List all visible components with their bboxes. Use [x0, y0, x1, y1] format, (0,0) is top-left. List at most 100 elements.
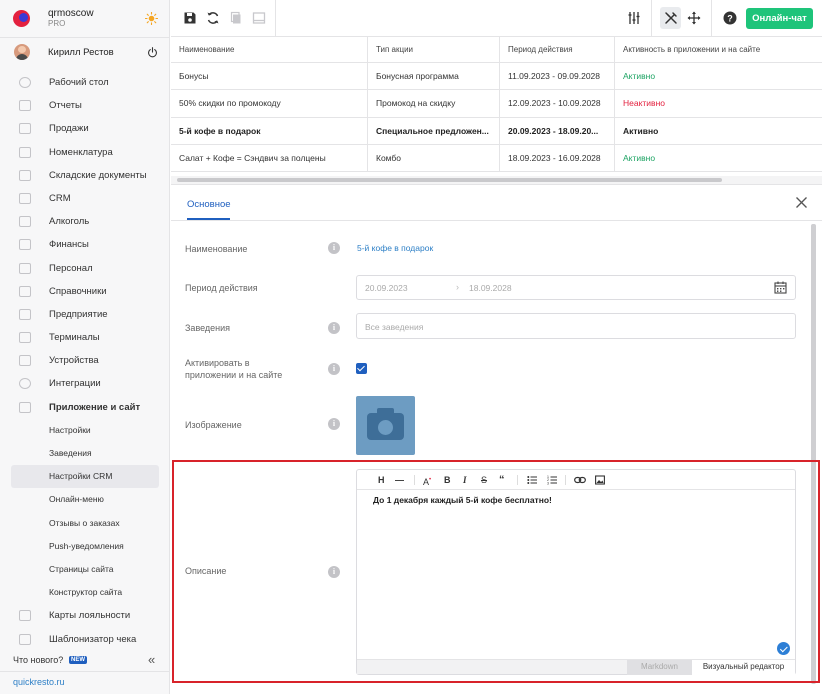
sidebar-item-enterprise[interactable]: Предприятие [0, 303, 170, 326]
numbered-list-icon[interactable]: 123 [547, 475, 557, 485]
brand-name[interactable]: qrmoscow [48, 8, 94, 19]
sidebar-item-directories[interactable]: Справочники [0, 280, 170, 303]
info-icon[interactable]: i [328, 322, 340, 334]
venues-placeholder: Все заведения [365, 322, 424, 332]
sidebar-item-dashboard[interactable]: Рабочий стол [0, 71, 170, 94]
brand-logo-icon[interactable] [13, 10, 30, 27]
cell-period: 18.09.2023 - 16.09.2028 [500, 144, 615, 172]
collapse-sidebar-icon[interactable]: « [148, 652, 155, 667]
strikethrough-button[interactable]: S [481, 474, 487, 486]
sidebar-item-receipt-template[interactable]: Шаблонизатор чека [0, 628, 170, 651]
site-link[interactable]: quickresto.ru [13, 677, 65, 687]
description-text[interactable]: До 1 декабря каждый 5-й кофе бесплатно! [373, 495, 552, 505]
sidebar-item-label: Интеграции [49, 378, 101, 390]
sidebar-subitem-site-pages[interactable]: Страницы сайта [0, 558, 170, 581]
column-header-activity[interactable]: Активность в приложении и на сайте [615, 37, 822, 63]
bullet-list-icon[interactable] [527, 475, 537, 485]
sidebar-subitem-crm-settings[interactable]: Настройки CRM [11, 465, 159, 489]
promotions-table: Наименование Тип акции Период действия А… [171, 37, 822, 173]
sidebar-item-nomenclature[interactable]: Номенклатура [0, 141, 170, 164]
period-date-range[interactable]: 20.09.2023 › 18.09.2028 [356, 275, 796, 300]
sidebar-item-integrations[interactable]: Интеграции [0, 372, 170, 395]
sidebar-item-devices[interactable]: Устройства [0, 349, 170, 372]
font-color-button[interactable]: A• [423, 474, 431, 487]
grammar-check-icon[interactable] [777, 642, 790, 655]
copy-icon[interactable] [229, 11, 243, 25]
cell-type: Промокод на скидку [368, 90, 500, 118]
sales-icon [19, 123, 31, 135]
image-upload[interactable] [356, 396, 415, 455]
link-icon[interactable] [574, 475, 586, 485]
tools-icon [665, 12, 677, 24]
italic-button[interactable]: I [463, 474, 467, 486]
sidebar-subitem-order-reviews[interactable]: Отзывы о заказах [0, 512, 170, 535]
save-icon[interactable] [183, 11, 197, 25]
heading-button[interactable]: H [378, 474, 385, 486]
period-to[interactable]: 18.09.2028 [469, 283, 512, 293]
whats-new-link[interactable]: Что нового? [13, 655, 63, 665]
table-row-selected[interactable]: 5-й кофе в подарок Специальное предложен… [171, 117, 822, 145]
sidebar-subitem-push[interactable]: Push-уведомления [0, 535, 170, 558]
column-header-period[interactable]: Период действия [500, 37, 615, 63]
sidebar-item-crm[interactable]: CRM [0, 187, 170, 210]
column-header-name[interactable]: Наименование [171, 37, 368, 63]
sidebar-subitem-label: Конструктор сайта [49, 587, 123, 598]
sidebar-subitem-online-menu[interactable]: Онлайн-меню [0, 488, 170, 511]
app-site-icon [19, 401, 31, 413]
bold-button[interactable]: B [444, 474, 451, 486]
image-insert-icon[interactable] [595, 475, 605, 485]
archive-icon[interactable] [252, 11, 266, 25]
info-icon[interactable]: i [328, 566, 340, 578]
power-icon[interactable] [147, 47, 158, 58]
sidebar-item-reports[interactable]: Отчеты [0, 94, 170, 117]
sidebar-subitem-venues[interactable]: Заведения [0, 442, 170, 465]
arrow-right-icon: › [456, 282, 459, 292]
info-icon[interactable]: i [328, 242, 340, 254]
online-chat-button[interactable]: Онлайн-чат [746, 8, 813, 29]
divider [517, 475, 518, 485]
calendar-icon[interactable] [774, 281, 787, 294]
sidebar-item-warehouse[interactable]: Складские документы [0, 164, 170, 187]
cell-name: 50% скидки по промокоду [171, 90, 368, 118]
editor-mode-tabs: Markdown Визуальный редактор [357, 659, 795, 675]
help-icon[interactable]: ? [723, 11, 737, 25]
sidebar-subitem-settings[interactable]: Настройки [0, 419, 170, 442]
sidebar-item-finance[interactable]: Финансы [0, 233, 170, 256]
sidebar-item-sales[interactable]: Продажи [0, 117, 170, 140]
filter-settings-icon[interactable] [627, 11, 641, 25]
sidebar-item-label: Справочники [49, 285, 107, 297]
tab-markdown[interactable]: Markdown [627, 660, 692, 675]
info-icon[interactable]: i [328, 418, 340, 430]
sidebar-item-terminals[interactable]: Терминалы [0, 326, 170, 349]
period-from[interactable]: 20.09.2023 [365, 283, 408, 293]
cell-period: 12.09.2023 - 10.09.2028 [500, 90, 615, 118]
sidebar-item-label: Рабочий стол [49, 77, 109, 88]
table-row[interactable]: Бонусы Бонусная программа 11.09.2023 - 0… [171, 63, 822, 91]
promotion-detail-panel: Основное Наименование i 5-й кофе в подар… [171, 186, 822, 694]
sun-icon[interactable] [145, 12, 158, 25]
venues-select[interactable]: Все заведения [356, 313, 796, 339]
sidebar-item-app-site[interactable]: Приложение и сайт [0, 396, 170, 419]
sidebar-subitem-site-builder[interactable]: Конструктор сайта [0, 581, 170, 604]
tab-main[interactable]: Основное [187, 199, 231, 210]
sidebar-item-staff[interactable]: Персонал [0, 257, 170, 280]
close-icon[interactable] [795, 196, 808, 209]
table-row[interactable]: 50% скидки по промокоду Промокод на скид… [171, 90, 822, 118]
cell-status: Неактивно [623, 98, 665, 109]
horizontal-scrollbar[interactable] [177, 178, 722, 182]
move-icon[interactable] [687, 11, 701, 25]
brand: qrmoscow PRO [0, 0, 170, 38]
name-value[interactable]: 5-й кофе в подарок [357, 243, 433, 253]
quote-button[interactable]: “ [499, 474, 505, 486]
sidebar-item-alcohol[interactable]: Алкоголь [0, 210, 170, 233]
activate-checkbox[interactable] [356, 363, 367, 374]
sidebar-item-loyalty-cards[interactable]: Карты лояльности [0, 604, 170, 627]
description-editor[interactable]: H — A• B I S “ 123 До 1 декабря каждый 5… [356, 469, 796, 675]
table-row[interactable]: Салат + Кофе = Сэндвич за полцены Комбо … [171, 144, 822, 173]
user-profile[interactable]: Кирилл Рестов [0, 40, 170, 66]
info-icon[interactable]: i [328, 363, 340, 375]
column-header-type[interactable]: Тип акции [368, 37, 500, 63]
tab-visual-editor[interactable]: Визуальный редактор [692, 660, 795, 675]
refresh-icon[interactable] [206, 11, 220, 25]
horizontal-rule-button[interactable]: — [395, 474, 404, 486]
